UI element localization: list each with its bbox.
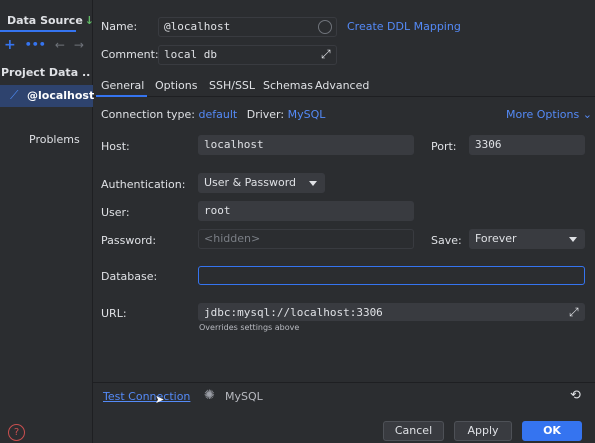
connection-type-label: Connection type: [101,108,196,121]
tab-bar: General Options SSH/SSL Schemas Advanced [93,75,595,97]
tab-ssh-ssl[interactable]: SSH/SSL [209,79,255,92]
tab-general[interactable]: General [101,79,144,92]
connection-type-link[interactable]: default [199,108,238,121]
help-icon[interactable]: ? [8,424,25,441]
database-field[interactable] [198,266,585,285]
project-data-sources-label: Project Data .. [1,66,91,79]
name-label: Name: [101,20,138,33]
mouse-cursor-icon: ➤ [155,393,165,406]
driver-link[interactable]: MySQL [288,108,326,121]
dialog-footer [93,416,595,443]
title-underline [0,30,76,32]
tab-advanced[interactable]: Advanced [315,79,369,92]
spinner-icon: ✺ [204,388,215,403]
problems-item[interactable]: Problems [29,133,80,146]
host-field[interactable]: localhost [198,135,414,155]
more-icon[interactable]: ••• [25,38,46,52]
more-options-link[interactable]: More Options ⌄ [506,108,592,121]
chevron-down-icon: ⌄ [582,108,592,121]
tab-schemas[interactable]: Schemas [263,79,313,92]
data-sources-title-label: Data Source [7,14,83,27]
user-field[interactable]: root [198,201,414,221]
cancel-button[interactable]: Cancel [383,421,444,441]
name-field[interactable]: @localhost [158,17,337,37]
password-field[interactable]: <hidden> [198,229,414,249]
authentication-label: Authentication: [101,178,186,191]
authentication-select[interactable]: User & Password [198,173,325,193]
left-toolbar: + ••• ← → [4,38,84,52]
expand-icon[interactable]: ⤢ [321,47,331,62]
mysql-icon: ⟋ [10,88,19,102]
expand-icon[interactable]: ⤢ [569,305,579,320]
driver-label: Driver: [246,108,285,121]
data-source-item-localhost[interactable]: ⟋ @localhost [0,85,95,107]
data-sources-title[interactable]: Data Source ↓ [7,14,94,27]
url-label: URL: [101,307,127,320]
connection-status: MySQL [225,390,263,403]
apply-button[interactable]: Apply [454,421,512,441]
tab-selected-indicator [96,95,147,97]
save-label: Save: [431,234,462,247]
add-icon[interactable]: + [4,38,16,52]
port-field[interactable]: 3306 [469,135,585,155]
create-ddl-mapping-link[interactable]: Create DDL Mapping [347,20,461,33]
comment-field[interactable]: local db [158,45,337,65]
comment-label: Comment: [101,48,159,61]
test-connection-link[interactable]: Test Connection [103,390,190,403]
data-source-item-label: @localhost [27,89,95,102]
host-label: Host: [101,140,130,153]
forward-arrow-icon[interactable]: → [74,38,84,52]
arrow-down-icon[interactable]: ↓ [85,14,94,27]
color-circle-icon[interactable] [318,20,332,34]
left-panel: Data Source ↓ + ••• ← → Project Data .. ⟋… [0,0,95,443]
bottom-separator [93,382,595,383]
port-label: Port: [431,140,457,153]
history-icon[interactable]: ⟲ [570,388,581,403]
password-label: Password: [101,234,157,247]
ok-button[interactable]: OK [522,421,582,441]
database-label: Database: [101,270,158,283]
connection-type-row: Connection type: default Driver: MySQL [101,108,325,121]
more-options-label: More Options [506,108,580,121]
url-field[interactable]: jdbc:mysql://localhost:3306 [198,303,585,321]
tab-options[interactable]: Options [155,79,197,92]
user-label: User: [101,206,130,219]
url-overrides-note: Overrides settings above [199,323,300,332]
save-select[interactable]: Forever [469,229,585,249]
back-arrow-icon[interactable]: ← [55,38,65,52]
